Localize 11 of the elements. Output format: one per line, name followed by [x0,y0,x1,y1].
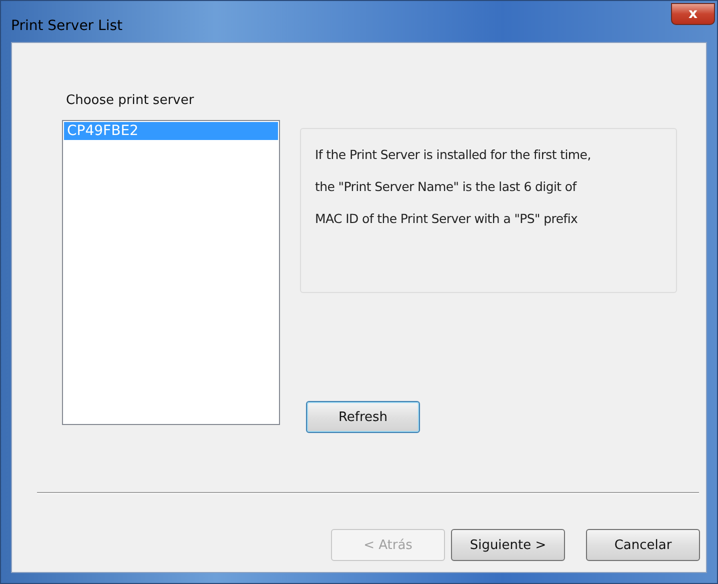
info-text: If the Print Server is installed for the first time, [315,147,592,162]
list-label: Choose print server [66,93,195,108]
info-text: MAC ID of the Print Server with a "PS" prefix [315,211,579,226]
nav-button[interactable]: Siguiente > [451,529,565,561]
info-text: the "Print Server Name" is the last 6 digit of [315,179,578,194]
window-title: Print Server List [11,18,122,34]
close-button[interactable]: x [671,2,715,24]
list-item[interactable]: CP49FBE2 [64,122,278,140]
nav-button[interactable]: Cancelar [586,529,700,561]
server-listbox[interactable]: CP49FBE2 [62,120,280,425]
refresh-button[interactable]: Refresh [306,401,420,433]
